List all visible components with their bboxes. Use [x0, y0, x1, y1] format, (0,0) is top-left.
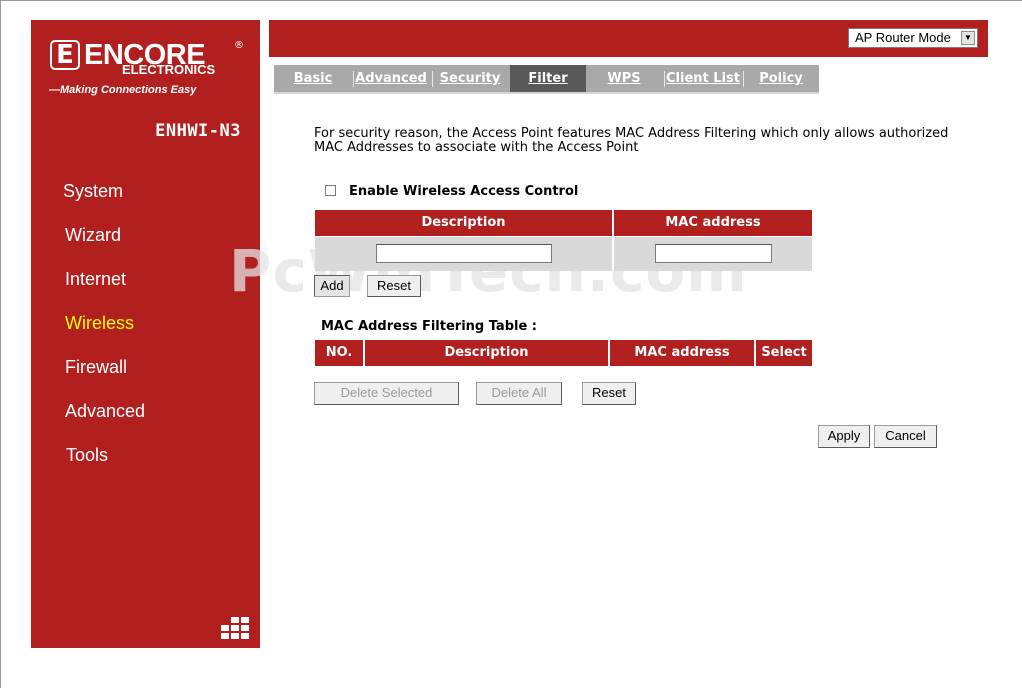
nav-item-internet[interactable]: Internet	[65, 268, 126, 290]
entry-description-cell	[315, 237, 612, 271]
entry-mac-cell	[614, 237, 812, 271]
delete-selected-button[interactable]: Delete Selected	[314, 382, 459, 405]
delete-all-button[interactable]: Delete All	[476, 382, 562, 405]
enable-access-control-label: Enable Wireless Access Control	[349, 184, 579, 199]
table-header-mac: MAC address	[610, 340, 754, 366]
entry-header-mac: MAC address	[614, 210, 812, 236]
tab-bar: Basic Advanced Security Filter WPS Clien…	[274, 65, 819, 94]
nav-item-system[interactable]: System	[63, 180, 123, 202]
tab-basic[interactable]: Basic	[280, 65, 346, 92]
logo-tagline: —Making Connections Easy	[49, 84, 197, 96]
add-button[interactable]: Add	[314, 275, 350, 297]
logo-registered-mark: ®	[234, 40, 244, 51]
logo-subtitle: ELECTRONICS	[122, 62, 216, 77]
model-name: ENHWI-N3	[155, 121, 241, 141]
tab-client-list[interactable]: Client List	[665, 65, 741, 92]
nav-item-wireless[interactable]: Wireless	[65, 312, 134, 334]
entry-reset-button[interactable]: Reset	[367, 275, 421, 297]
mode-select-value: AP Router Mode	[855, 30, 951, 45]
tab-wps[interactable]: WPS	[586, 65, 662, 92]
table-reset-button[interactable]: Reset	[582, 382, 636, 405]
tab-advanced[interactable]: Advanced	[354, 65, 428, 92]
mac-address-input[interactable]	[655, 244, 772, 263]
table-header-select: Select	[756, 340, 812, 366]
tab-security[interactable]: Security	[433, 65, 507, 92]
mode-select[interactable]: AP Router Mode ▼	[848, 28, 978, 48]
description-input[interactable]	[376, 244, 552, 263]
sidebar: E ENCORE ® ELECTRONICS —Making Connectio…	[31, 20, 260, 648]
intro-text: For security reason, the Access Point fe…	[314, 127, 954, 155]
encore-logo: E ENCORE ® ELECTRONICS —Making Connectio…	[48, 38, 248, 98]
filtering-table-title: MAC Address Filtering Table :	[321, 319, 538, 334]
nav-item-firewall[interactable]: Firewall	[65, 356, 127, 378]
nav-item-tools[interactable]: Tools	[66, 444, 108, 466]
chevron-down-icon[interactable]: ▼	[961, 31, 975, 45]
entry-header-description: Description	[315, 210, 612, 236]
enable-access-control-checkbox[interactable]	[325, 185, 336, 196]
grid-icon	[221, 617, 249, 639]
intro-line-2: MAC Addresses to associate with the Acce…	[314, 140, 639, 155]
cancel-button[interactable]: Cancel	[874, 425, 937, 448]
tab-policy[interactable]: Policy	[744, 65, 818, 92]
table-header-description: Description	[365, 340, 608, 366]
nav-item-wizard[interactable]: Wizard	[65, 224, 121, 246]
table-header-no: NO.	[315, 340, 363, 366]
logo-e-icon: E	[50, 40, 80, 70]
header-bar: AP Router Mode ▼	[269, 20, 988, 57]
tab-filter[interactable]: Filter	[510, 65, 586, 92]
intro-line-1: For security reason, the Access Point fe…	[314, 126, 949, 141]
nav-item-advanced[interactable]: Advanced	[65, 400, 145, 422]
apply-button[interactable]: Apply	[818, 425, 870, 448]
